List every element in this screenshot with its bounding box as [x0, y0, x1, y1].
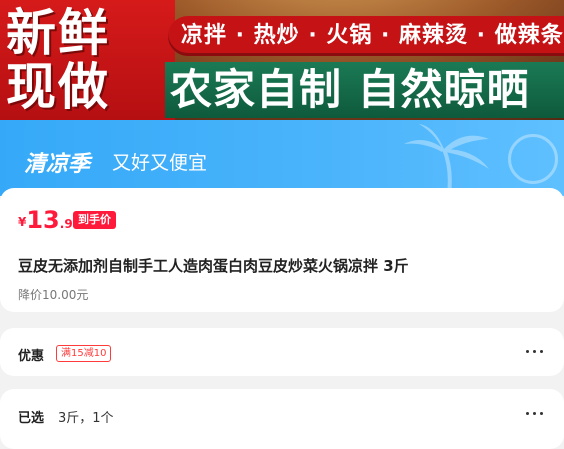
- selection-value: 3斤，1个: [58, 411, 114, 426]
- more-options-icon[interactable]: [526, 409, 546, 419]
- product-title: 豆皮无添加剂自制手工人造肉蛋白肉豆皮炒菜火锅凉拌 3斤: [18, 257, 409, 275]
- product-price: ¥13.90: [18, 206, 81, 234]
- promo-band: 清凉季 又好又便宜: [0, 120, 564, 196]
- more-options-icon[interactable]: [526, 347, 546, 357]
- banner-headline-line2: 现做: [6, 58, 110, 116]
- banner-dishes-text: 凉拌 · 热炒 · 火锅 · 麻辣烫 · 做辣条: [181, 23, 564, 48]
- selection-label: 已选: [18, 411, 45, 426]
- coupon-label: 优惠: [18, 349, 45, 364]
- coupon-tag[interactable]: 满15减10: [56, 345, 112, 362]
- banner-headline-line1: 新鲜: [6, 4, 110, 62]
- palm-tree-icon: [404, 124, 489, 194]
- product-banner-image: 新鲜 现做 凉拌 · 热炒 · 火锅 · 麻辣烫 · 做辣条 农家自制 自然晾晒: [0, 0, 564, 120]
- promo-season-title: 清凉季: [24, 152, 91, 177]
- price-integer: 13: [26, 206, 60, 234]
- promo-tagline: 又好又便宜: [112, 152, 208, 174]
- deal-price-badge: 到手价: [73, 211, 116, 229]
- price-drop-text: 降价10.00元: [18, 288, 89, 302]
- beach-ball-icon: [508, 134, 558, 184]
- banner-slogan-text: 农家自制 自然晾晒: [170, 65, 530, 114]
